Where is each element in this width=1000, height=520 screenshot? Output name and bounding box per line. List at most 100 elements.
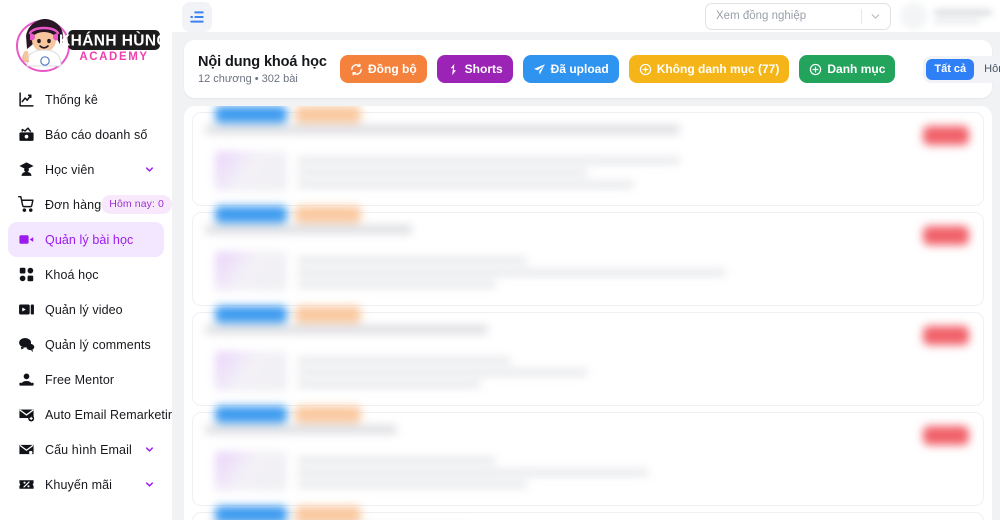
user-meta <box>934 8 992 24</box>
date-filter-all[interactable]: Tất cả <box>926 58 975 80</box>
sidebar-item-label: Khuyến mãi <box>45 477 113 492</box>
colleague-select[interactable]: Xem đồng nghiệp <box>705 2 891 30</box>
lesson-delete-button[interactable] <box>923 226 969 245</box>
email-sync-icon <box>17 405 36 424</box>
svg-text:KHÁNH HÙNG: KHÁNH HÙNG <box>59 32 162 50</box>
lesson-secondary-action[interactable] <box>295 206 361 223</box>
category-button-label: Danh mục <box>827 62 886 76</box>
grid-squares-icon <box>17 265 36 284</box>
lesson-row-content-redacted <box>205 106 971 191</box>
no-category-button[interactable]: Không danh mục (77) <box>628 55 790 83</box>
sidebar-item-label: Đơn hàng <box>45 197 102 212</box>
orders-today-badge: Hôm nay: 0 <box>101 195 172 214</box>
chevron-down-icon[interactable] <box>144 479 155 490</box>
lesson-primary-action[interactable] <box>215 306 287 323</box>
brand-logo[interactable]: KHÁNH HÙNG ACADEMY <box>0 0 172 82</box>
sidebar-item-bao-cao-doanh-so[interactable]: Báo cáo doanh số <box>8 117 164 152</box>
lesson-primary-action[interactable] <box>215 406 287 423</box>
sync-button-label: Đồng bộ <box>368 62 417 76</box>
lesson-primary-action[interactable] <box>215 106 287 123</box>
sidebar-item-label: Quản lý video <box>45 302 123 317</box>
lesson-row[interactable] <box>192 306 984 406</box>
sidebar-item-khoa-hoc[interactable]: Khoá học <box>8 257 164 292</box>
chevron-down-icon[interactable] <box>869 10 882 23</box>
lesson-thumbnail <box>215 251 287 291</box>
sidebar-item-label: Cấu hình Email <box>45 442 132 457</box>
report-money-icon <box>17 125 36 144</box>
course-content-header: Nội dung khoá học 12 chương • 302 bài Đồ… <box>184 40 1000 98</box>
topbar: Xem đồng nghiệp <box>172 0 1000 32</box>
sidebar-item-thong-ke[interactable]: Thống kê <box>8 82 164 117</box>
header-titles: Nội dung khoá học 12 chương • 302 bài <box>198 54 330 85</box>
academy-mascot-logo: KHÁNH HÙNG ACADEMY <box>16 19 162 72</box>
sidebar-item-hoc-vien[interactable]: Học viên <box>8 152 164 187</box>
lesson-primary-action[interactable] <box>215 506 287 520</box>
sync-icon <box>350 63 363 76</box>
lesson-secondary-action[interactable] <box>295 306 361 323</box>
category-button[interactable]: Danh mục <box>799 55 896 83</box>
plus-circle-icon <box>639 63 652 76</box>
lesson-thumbnail <box>215 351 287 391</box>
page-subtitle: 12 chương • 302 bài <box>198 72 298 85</box>
avatar <box>901 3 927 29</box>
sidebar-item-label: Báo cáo doanh số <box>45 127 148 142</box>
chart-line-icon <box>17 90 36 109</box>
lesson-delete-button[interactable] <box>923 426 969 445</box>
comments-icon <box>17 335 36 354</box>
select-divider <box>861 8 862 24</box>
shorts-button-label: Shorts <box>464 62 503 76</box>
sidebar-item-quan-ly-comments[interactable]: Quản lý comments <box>8 327 164 362</box>
content-scroll-area: Nội dung khoá học 12 chương • 302 bài Đồ… <box>172 32 1000 520</box>
sidebar-item-label: Auto Email Remarketing <box>45 407 172 422</box>
uploaded-button[interactable]: Đã upload <box>522 55 619 83</box>
lesson-delete-button[interactable] <box>923 326 969 345</box>
shorts-button[interactable]: Shorts <box>436 55 513 83</box>
shorts-icon <box>447 63 460 76</box>
lesson-row-content-redacted <box>205 306 971 391</box>
uploaded-button-label: Đã upload <box>550 62 609 76</box>
lesson-row[interactable] <box>192 506 984 520</box>
chevron-down-icon[interactable] <box>144 444 155 455</box>
sidebar-item-quan-ly-bai-hoc[interactable]: Quản lý bài học <box>8 222 164 257</box>
user-account-chip[interactable] <box>901 3 992 29</box>
chevron-down-icon[interactable] <box>144 164 155 175</box>
list-view-glyph <box>190 11 204 23</box>
sidebar-item-free-mentor[interactable]: Free Mentor <box>8 362 164 397</box>
sync-button[interactable]: Đồng bộ <box>340 55 427 83</box>
lesson-primary-action[interactable] <box>215 206 287 223</box>
no-category-button-label: Không danh mục (77) <box>656 62 780 76</box>
lesson-secondary-action[interactable] <box>295 406 361 423</box>
topbar-right: Xem đồng nghiệp <box>705 2 996 30</box>
list-view-icon[interactable] <box>182 2 212 32</box>
page-title: Nội dung khoá học <box>198 53 327 70</box>
mentor-user-icon <box>17 370 36 389</box>
svg-text:ACADEMY: ACADEMY <box>79 51 148 63</box>
plus-circle-icon <box>809 63 822 76</box>
app-root: KHÁNH HÙNG ACADEMY Thống kê Báo cáo doan… <box>0 0 1000 520</box>
sidebar-item-label: Free Mentor <box>45 372 115 387</box>
main-area: Xem đồng nghiệp Nội dung khoá học 12 chư… <box>172 0 1000 520</box>
lesson-row[interactable] <box>192 406 984 506</box>
sidebar-item-don-hang[interactable]: Đơn hàng Hôm nay: 0 <box>8 187 172 222</box>
lesson-row[interactable] <box>192 106 984 206</box>
sidebar-item-label: Học viên <box>45 162 95 177</box>
lesson-secondary-action[interactable] <box>295 506 361 520</box>
date-filter-segmented: Tất cả Hôm nay Hôm qua Tuỳ chỉnh <box>923 55 1000 83</box>
lesson-thumbnail <box>215 451 287 491</box>
lesson-thumbnail <box>215 151 287 191</box>
sidebar-item-khuyen-mai[interactable]: Khuyến mãi <box>8 467 164 502</box>
colleague-select-value: Xem đồng nghiệp <box>716 10 807 22</box>
date-filter-today[interactable]: Hôm nay <box>976 59 1000 80</box>
sidebar-nav: Thống kê Báo cáo doanh số Học viên Đơn h… <box>0 82 172 502</box>
lesson-secondary-action[interactable] <box>295 106 361 123</box>
ticket-percent-icon <box>17 475 36 494</box>
sidebar-item-quan-ly-video[interactable]: Quản lý video <box>8 292 164 327</box>
sidebar-item-label: Thống kê <box>45 92 98 107</box>
sidebar-item-auto-email-remarketing[interactable]: Auto Email Remarketing <box>8 397 172 432</box>
sidebar-item-cau-hinh-email[interactable]: Cấu hình Email <box>8 432 164 467</box>
lesson-delete-button[interactable] <box>923 126 969 145</box>
sidebar-item-label: Quản lý comments <box>45 337 151 352</box>
video-camera-icon <box>17 230 36 249</box>
sidebar-item-label: Khoá học <box>45 267 99 282</box>
lesson-row[interactable] <box>192 206 984 306</box>
